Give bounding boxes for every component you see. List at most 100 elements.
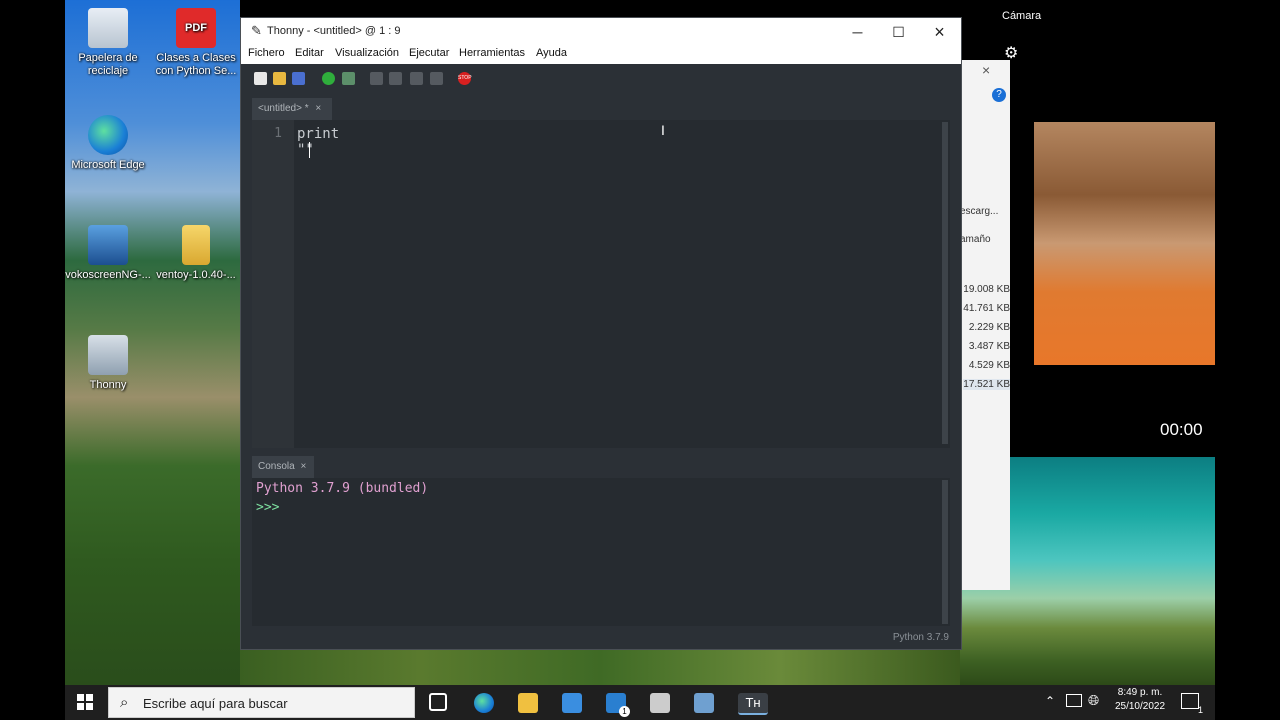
menu-editar[interactable]: Editar <box>295 47 324 59</box>
desktop-icon-label: vokoscreenNG-... <box>65 269 151 281</box>
desktop-icon-recycle-bin[interactable]: Papelera de reciclaje <box>65 8 151 78</box>
network-icon[interactable] <box>1066 694 1082 707</box>
window-title: Thonny - <untitled> @ 1 : 9 <box>267 25 401 37</box>
menu-fichero[interactable]: Fichero <box>248 47 285 59</box>
file-size: 19.008 KB <box>963 284 1010 295</box>
file-size: 41.761 KB <box>963 303 1010 314</box>
camera-icon[interactable] <box>650 693 670 713</box>
desktop-icon-vokoscreen[interactable]: vokoscreenNG-... <box>65 225 151 282</box>
desktop-icon-label: Papelera de reciclaje <box>78 52 138 77</box>
tab-close-icon[interactable]: × <box>315 103 321 114</box>
minimize-button[interactable]: ─ <box>837 18 878 46</box>
desktop-icon-label: Thonny <box>89 379 127 391</box>
search-box[interactable]: ⌕ Escribe aquí para buscar <box>108 687 415 718</box>
thonny-window[interactable]: ✎ Thonny - <untitled> @ 1 : 9 ─ ☐ × Fich… <box>240 17 962 650</box>
file-size: 3.487 KB <box>968 341 1010 352</box>
edge-icon <box>88 115 128 155</box>
folder-zip-icon <box>182 225 210 265</box>
camera-video-feed <box>1034 122 1215 365</box>
pdf-icon: PDF <box>176 8 216 48</box>
thonny-taskbar-icon[interactable]: Tʜ <box>738 693 768 715</box>
camera-timer: 00:00 <box>1160 420 1203 439</box>
step-into-icon[interactable] <box>389 72 402 85</box>
edge-taskbar-icon[interactable] <box>474 693 494 713</box>
line-number: 1 <box>274 126 282 141</box>
language-globe-icon[interactable]: 🌐︎ <box>1088 692 1099 709</box>
console-scrollbar[interactable] <box>942 480 948 624</box>
new-file-icon[interactable] <box>254 72 267 85</box>
debug-icon[interactable] <box>342 72 355 85</box>
clock[interactable]: 8:49 p. m. 25/10/2022 <box>1110 687 1170 712</box>
explorer-window[interactable]: × ? escarg... amaño 19.008 KB 41.761 KB … <box>960 60 1010 590</box>
menu-bar: Fichero Editar Visualización Ejecutar He… <box>241 46 961 64</box>
open-file-icon[interactable] <box>273 72 286 85</box>
maximize-button[interactable]: ☐ <box>878 18 919 46</box>
mail-badge: 1 <box>619 706 630 717</box>
desktop-icon-label: Microsoft Edge <box>71 159 145 171</box>
code-line[interactable]: print "" <box>297 126 360 158</box>
run-icon[interactable] <box>322 72 335 85</box>
file-size: 4.529 KB <box>968 360 1010 371</box>
desktop-icon-thonny[interactable]: Thonny <box>65 335 151 392</box>
help-icon[interactable]: ? <box>992 88 1006 102</box>
editor-tab-row: <untitled> * × <box>241 94 961 120</box>
search-placeholder: Escribe aquí para buscar <box>143 696 288 711</box>
text-cursor <box>308 142 310 158</box>
title-bar[interactable]: ✎ Thonny - <untitled> @ 1 : 9 ─ ☐ × <box>241 18 961 46</box>
size-column-header[interactable]: amaño <box>960 234 991 245</box>
editor-tab-label: <untitled> * <box>258 103 309 114</box>
console-tab-row: Consola × <box>241 454 961 478</box>
vokoscreen-taskbar-icon[interactable] <box>694 693 714 713</box>
tab-close-icon[interactable]: × <box>300 461 306 472</box>
task-view-icon[interactable] <box>429 693 447 711</box>
desktop-icon-ventoy[interactable]: ventoy-1.0.40-... <box>153 225 239 282</box>
code-editor[interactable]: 1 print "" <box>252 120 950 448</box>
line-number-gutter: 1 <box>252 120 294 448</box>
search-icon: ⌕ <box>120 694 129 711</box>
ibeam-cursor-icon: I <box>661 122 665 138</box>
desktop-icon-pdf[interactable]: PDF Clases a Clases con Python Se... <box>153 8 239 78</box>
thonny-icon <box>88 335 128 375</box>
recycle-bin-icon <box>88 8 128 48</box>
vokoscreen-icon <box>88 225 128 265</box>
notification-count: 1 <box>1197 705 1203 715</box>
step-over-icon[interactable] <box>370 72 383 85</box>
mail-icon[interactable]: 1 <box>606 693 630 717</box>
desktop-icon-label: Clases a Clases con Python Se... <box>155 52 237 77</box>
store-icon[interactable] <box>562 693 582 713</box>
editor-tab-untitled[interactable]: <untitled> * × <box>252 98 332 120</box>
menu-ejecutar[interactable]: Ejecutar <box>409 47 449 59</box>
camera-title: Cámara <box>1002 10 1042 22</box>
windows-start-icon[interactable] <box>77 694 93 710</box>
file-explorer-icon[interactable] <box>518 693 538 713</box>
code-text: print "" <box>297 126 340 158</box>
menu-ayuda[interactable]: Ayuda <box>536 47 567 59</box>
download-button-partial[interactable]: escarg... <box>960 206 998 217</box>
desktop-icon-label: ventoy-1.0.40-... <box>156 269 236 281</box>
settings-gear-icon[interactable]: ⚙ <box>1004 43 1018 63</box>
clock-time: 8:49 p. m. <box>1117 687 1163 698</box>
taskbar: ⌕ Escribe aquí para buscar 1 Tʜ ⌃ 🌐︎ 8:4… <box>65 685 1215 720</box>
interpreter-status[interactable]: Python 3.7.9 <box>893 632 949 643</box>
desktop-icon-edge[interactable]: Microsoft Edge <box>65 115 151 172</box>
desktop-wallpaper-bottom <box>240 645 960 685</box>
thonny-feather-icon: ✎ <box>251 23 262 38</box>
notification-center-icon[interactable]: 1 <box>1181 693 1203 715</box>
toolbar: STOP <box>241 64 961 94</box>
file-size: 2.229 KB <box>968 322 1010 333</box>
chevron-up-icon[interactable]: ⌃ <box>1045 694 1055 708</box>
editor-scrollbar[interactable] <box>942 122 948 444</box>
python-console[interactable]: Python 3.7.9 (bundled) >>> <box>252 478 950 626</box>
menu-herramientas[interactable]: Herramientas <box>459 47 525 59</box>
console-tab[interactable]: Consola × <box>252 456 314 478</box>
menu-visualizacion[interactable]: Visualización <box>335 47 399 59</box>
clock-date: 25/10/2022 <box>1114 701 1166 712</box>
console-prompt[interactable]: >>> <box>256 500 279 515</box>
close-icon[interactable]: × <box>982 62 990 78</box>
stop-icon[interactable]: STOP <box>458 72 472 85</box>
console-banner: Python 3.7.9 (bundled) <box>256 481 429 496</box>
step-out-icon[interactable] <box>410 72 423 85</box>
save-icon[interactable] <box>292 72 305 85</box>
resume-icon[interactable] <box>430 72 443 85</box>
window-close-button[interactable]: × <box>919 18 960 46</box>
